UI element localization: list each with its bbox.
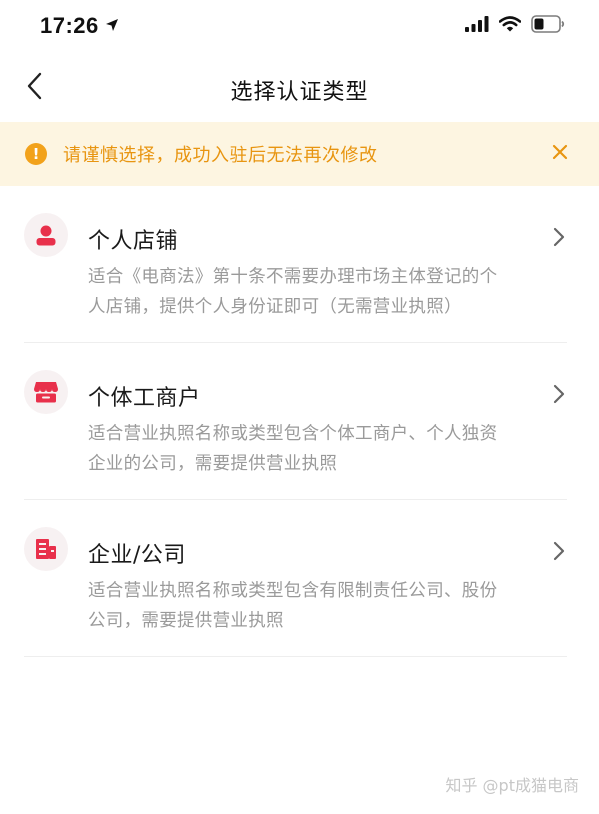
description-line: 企业的公司，需要提供营业执照	[88, 454, 338, 474]
page-title: 选择认证类型	[230, 80, 369, 105]
description-line: 适合营业执照名称或类型包含个体工商户、个人独资	[88, 424, 498, 444]
chevron-right-icon	[551, 540, 567, 562]
description-line: 人店铺，提供个人身份证即可（无需营业执照）	[88, 297, 462, 317]
nav-bar: 选择认证类型	[0, 52, 599, 122]
option-personal-store[interactable]: 个人店铺 适合《电商法》第十条不需要办理市场主体登记的个 人店铺，提供个人身份证…	[24, 186, 567, 343]
option-individual-business[interactable]: 个体工商户 适合营业执照名称或类型包含个体工商户、个人独资 企业的公司，需要提供…	[24, 343, 567, 500]
battery-icon	[531, 15, 565, 37]
description-line: 适合营业执照名称或类型包含有限制责任公司、股份	[88, 581, 498, 601]
chevron-right-icon	[551, 383, 567, 405]
close-button[interactable]	[548, 142, 572, 166]
watermark-text: 知乎 @pt成猫电商	[445, 776, 579, 795]
option-enterprise[interactable]: 企业/公司 适合营业执照名称或类型包含有限制责任公司、股份 公司，需要提供营业执…	[24, 500, 567, 657]
status-right	[465, 15, 565, 37]
option-title: 个体工商户	[88, 386, 201, 411]
option-list: 个人店铺 适合《电商法》第十条不需要办理市场主体登记的个 人店铺，提供个人身份证…	[0, 186, 599, 657]
building-icon	[24, 527, 68, 571]
screen: 17:26 选择认证类型 ! 请谨慎选择，成功入驻后无法再次修改 个人店铺 适合…	[0, 0, 599, 814]
status-bar: 17:26	[0, 0, 599, 52]
option-description: 适合《电商法》第十条不需要办理市场主体登记的个 人店铺，提供个人身份证即可（无需…	[88, 262, 568, 322]
chevron-right-icon	[551, 226, 567, 248]
option-title: 个人店铺	[88, 229, 179, 254]
option-description: 适合营业执照名称或类型包含个体工商户、个人独资 企业的公司，需要提供营业执照	[88, 419, 568, 479]
option-title: 企业/公司	[88, 543, 186, 568]
watermark: 知乎 @pt成猫电商	[445, 772, 579, 796]
exclamation-circle-icon: !	[25, 143, 47, 165]
status-time: 17:26	[40, 13, 99, 38]
description-line: 公司，需要提供营业执照	[88, 611, 284, 631]
notice-text: 请谨慎选择，成功入驻后无法再次修改	[63, 145, 378, 166]
person-icon	[24, 213, 68, 257]
description-line: 适合《电商法》第十条不需要办理市场主体登记的个	[88, 267, 498, 287]
option-description: 适合营业执照名称或类型包含有限制责任公司、股份 公司，需要提供营业执照	[88, 576, 568, 636]
wifi-icon	[498, 16, 522, 36]
notice-banner: ! 请谨慎选择，成功入驻后无法再次修改	[0, 122, 599, 186]
close-icon	[552, 144, 568, 164]
status-left: 17:26	[40, 13, 119, 39]
location-arrow-icon	[105, 17, 119, 36]
cellular-signal-icon	[465, 16, 489, 36]
shop-icon	[24, 370, 68, 414]
